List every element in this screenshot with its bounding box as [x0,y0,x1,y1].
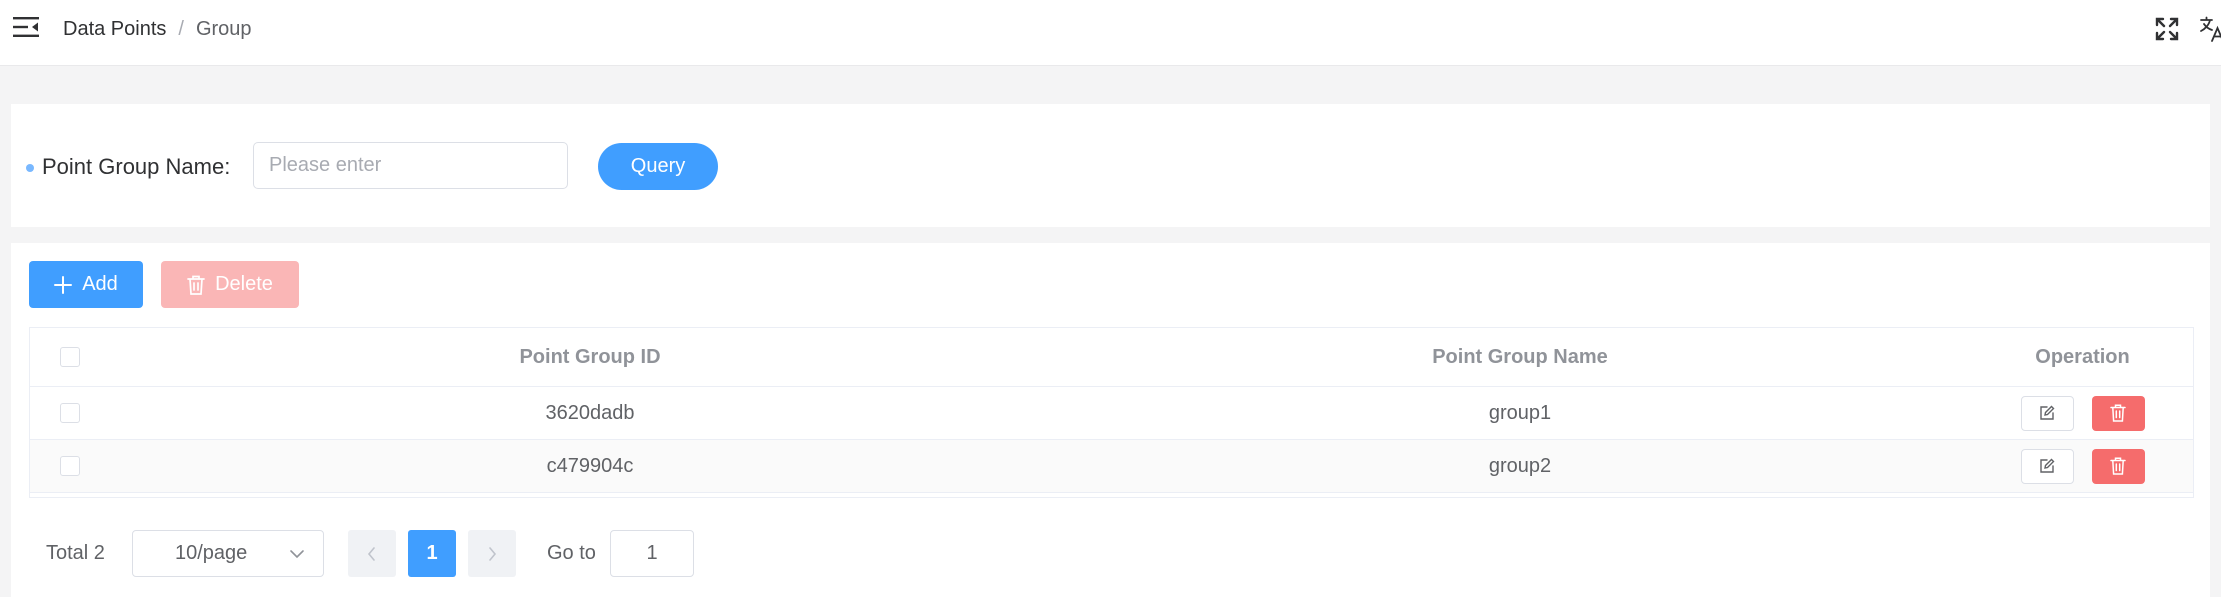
column-header-point-group-name: Point Group Name [1432,345,1608,368]
row-checkbox-cell [30,440,110,492]
top-bar: Data Points / Group [0,0,2221,66]
breadcrumb-item-group: Group [195,18,252,40]
row-checkbox[interactable] [60,403,80,423]
table-row: 3620dadb group1 [30,387,2193,440]
breadcrumb: Data Points / Group [63,16,252,42]
query-button[interactable]: Query [598,143,718,190]
trash-icon [2110,404,2126,422]
table-row: c479904c group2 [30,440,2193,493]
delete-row-button[interactable] [2091,395,2145,431]
point-group-name-cell: group2 [1488,454,1552,477]
point-group-table: Point Group ID Point Group Name Operatio… [29,327,2194,498]
page-size-value: 10/page [175,542,248,564]
prev-page-button[interactable] [348,530,396,577]
breadcrumb-item-data-points[interactable]: Data Points [63,16,166,42]
plus-icon [54,275,73,294]
page-number-1[interactable]: 1 [408,530,456,577]
pagination: Total 2 10/page 1 Go to [11,530,2210,577]
delete-button[interactable]: Delete [161,261,299,308]
column-header-operation: Operation [2035,345,2130,368]
total-count: Total 2 [46,542,105,564]
trash-icon [2110,457,2126,475]
header-checkbox-cell [30,328,110,386]
chevron-down-icon [290,550,304,559]
delete-row-button[interactable] [2091,448,2145,484]
add-button-label: Add [82,273,118,295]
select-all-checkbox[interactable] [60,347,80,367]
row-checkbox[interactable] [60,456,80,476]
point-group-id-cell: 3620dadb [545,401,635,424]
chevron-right-icon [489,546,497,561]
edit-icon [2040,458,2055,473]
page-size-select[interactable]: 10/page [132,530,324,577]
next-page-button[interactable] [468,530,516,577]
edit-button[interactable] [2020,395,2074,431]
breadcrumb-separator: / [178,18,184,40]
goto-label: Go to [547,542,596,564]
table-panel: Add Delete Point Group ID Point Group Na… [11,243,2210,597]
operation-cell [1970,387,2195,439]
delete-button-label: Delete [215,273,273,295]
search-label: Point Group Name: [42,154,231,179]
column-header-point-group-id: Point Group ID [519,345,661,368]
operation-cell [1970,440,2195,492]
edit-icon [2040,405,2055,420]
goto-page-input[interactable] [610,530,694,577]
required-dot-icon [26,164,34,172]
add-button[interactable]: Add [29,261,143,308]
translate-icon[interactable] [2200,16,2221,42]
chevron-left-icon [367,546,375,561]
row-checkbox-cell [30,387,110,439]
point-group-name-input[interactable] [253,142,568,189]
point-group-id-cell: c479904c [546,454,634,477]
fullscreen-icon[interactable] [2154,16,2180,42]
table-header-row: Point Group ID Point Group Name Operatio… [30,328,2193,387]
edit-button[interactable] [2020,448,2074,484]
point-group-name-cell: group1 [1488,401,1552,424]
search-panel: Point Group Name: Query [11,104,2210,227]
menu-fold-icon[interactable] [13,16,39,38]
trash-icon [187,275,205,295]
